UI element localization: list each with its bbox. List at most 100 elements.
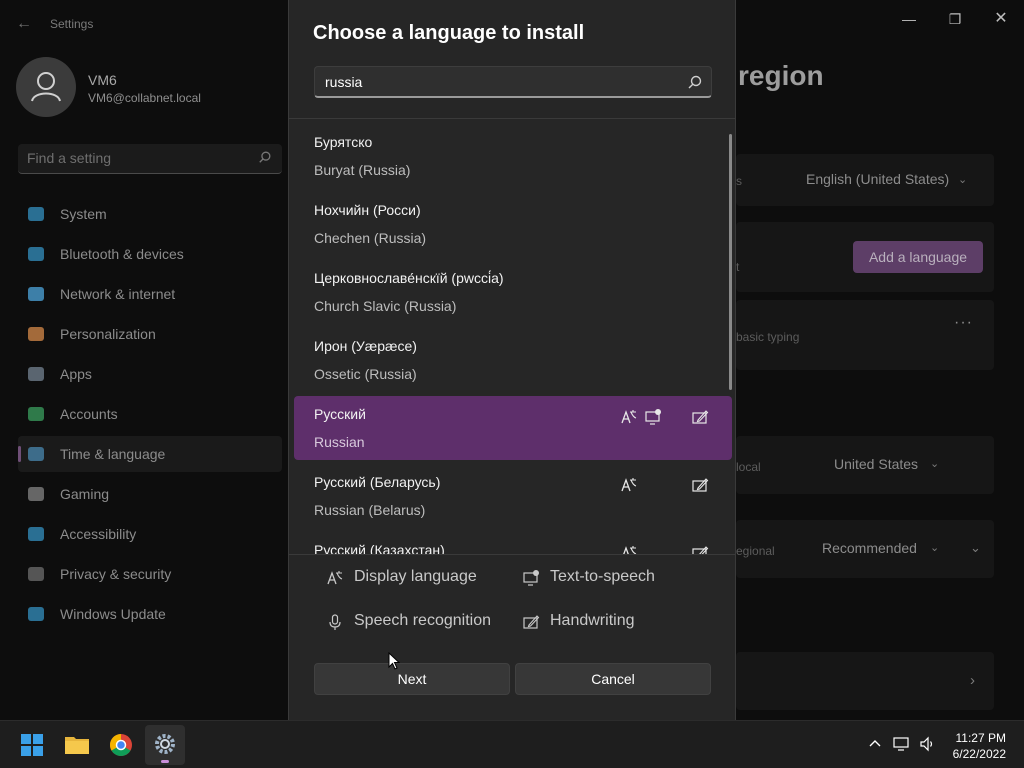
language-option[interactable]: Русский (Беларусь) Russian (Belarus): [294, 464, 732, 528]
app-title: Settings: [50, 17, 94, 31]
language-option[interactable]: Русский (Казахстан): [294, 532, 732, 554]
language-entry-row[interactable]: basic typing ···: [736, 300, 994, 370]
restore-icon[interactable]: ❐: [932, 4, 978, 34]
sidebar-item-accounts[interactable]: Accounts: [18, 396, 282, 432]
chevron-down-icon: ⌄: [930, 458, 940, 470]
person-icon: [31, 72, 61, 102]
display-language-icon: [620, 408, 638, 426]
display-language-icon: [620, 544, 638, 554]
sidebar-item-gaming[interactable]: Gaming: [18, 476, 282, 512]
accessibility-icon: [28, 527, 44, 541]
language-option[interactable]: Бурятско Buryat (Russia): [294, 124, 732, 188]
find-setting-search[interactable]: Find a setting: [18, 144, 282, 174]
person-icon: [28, 407, 44, 421]
sidebar-item-apps[interactable]: Apps: [18, 356, 282, 392]
sidebar-item-network-internet[interactable]: Network & internet: [18, 276, 282, 312]
language-native-name: Русский: [314, 406, 366, 422]
language-option[interactable]: Нохчийн (Росси) Chechen (Russia): [294, 192, 732, 256]
regional-format-row[interactable]: egional Recommended ⌄ ⌄: [736, 520, 994, 578]
country-region-row[interactable]: local United States ⌄: [736, 436, 994, 494]
country-value: United States: [834, 456, 919, 472]
chrome-button[interactable]: [101, 725, 141, 765]
back-arrow-icon[interactable]: ←: [12, 12, 36, 36]
regional-format-value: Recommended: [822, 540, 917, 556]
search-icon: [259, 151, 271, 163]
sidebar-item-bluetooth-devices[interactable]: Bluetooth & devices: [18, 236, 282, 272]
sidebar-item-label: Personalization: [60, 326, 156, 342]
chevron-down-icon: ⌄: [930, 542, 940, 554]
row-label-fragment: local: [736, 460, 761, 474]
language-search-box[interactable]: [314, 66, 712, 98]
wifi-icon: [28, 287, 44, 301]
display-language-icon: [326, 569, 344, 587]
language-option[interactable]: Церковнославе́нскїй (рwссі́а) Church Slav…: [294, 260, 732, 324]
mouse-cursor-icon: [388, 652, 400, 670]
language-native-name: Церковнославе́нскїй (рwссі́а): [314, 270, 504, 286]
cancel-button[interactable]: Cancel: [515, 663, 711, 695]
clock[interactable]: 11:27 PM 6/22/2022: [953, 730, 1006, 762]
start-button[interactable]: [12, 725, 52, 765]
avatar[interactable]: [16, 57, 76, 117]
language-native-name: Ирон (Уæрæсе): [314, 338, 417, 354]
language-search-input[interactable]: [325, 72, 665, 92]
language-option[interactable]: Русский Russian: [294, 396, 732, 460]
language-option[interactable]: Ирон (Уæрæсе) Ossetic (Russia): [294, 328, 732, 392]
handwriting-icon: [522, 613, 540, 631]
network-icon[interactable]: [892, 735, 910, 753]
minimize-icon[interactable]: —: [886, 4, 932, 34]
language-native-name: Русский (Казахстан): [314, 542, 445, 554]
legend-label: Speech recognition: [354, 612, 491, 629]
ellipsis-icon[interactable]: ···: [954, 314, 973, 332]
expand-chevron-icon[interactable]: ⌄: [970, 540, 981, 556]
file-explorer-button[interactable]: [57, 725, 97, 765]
divider: [289, 554, 735, 555]
chevron-right-icon: ›: [970, 672, 975, 689]
add-language-button[interactable]: Add a language: [853, 241, 983, 273]
start-icon: [21, 734, 43, 756]
chevron-up-icon[interactable]: [866, 735, 884, 753]
search-icon[interactable]: [687, 74, 703, 90]
language-english-name: Russian: [314, 434, 365, 450]
microphone-icon: [326, 613, 344, 631]
sidebar-item-accessibility[interactable]: Accessibility: [18, 516, 282, 552]
text-to-speech-icon: [522, 569, 540, 587]
sidebar-item-personalization[interactable]: Personalization: [18, 316, 282, 352]
sidebar-item-system[interactable]: System: [18, 196, 282, 232]
handwriting-icon: [691, 476, 709, 494]
row-label-fragment: s: [736, 174, 742, 188]
language-english-name: Buryat (Russia): [314, 162, 411, 178]
choose-language-dialog: Choose a language to install Бурятско Bur…: [288, 0, 736, 720]
user-name: VM6: [88, 72, 117, 88]
sidebar-item-label: Apps: [60, 366, 92, 382]
clock-globe-icon: [28, 447, 44, 461]
monitor-icon: [28, 207, 44, 221]
handwriting-icon: [691, 544, 709, 554]
typing-row[interactable]: ›: [736, 652, 994, 710]
page-title: region: [738, 60, 824, 91]
sidebar-item-time-language[interactable]: Time & language: [18, 436, 282, 472]
sidebar-item-label: Windows Update: [60, 606, 166, 622]
legend-label: Text-to-speech: [550, 568, 655, 585]
next-button[interactable]: Next: [314, 663, 510, 695]
gamepad-icon: [28, 487, 44, 501]
sidebar-item-label: Time & language: [60, 446, 166, 462]
sidebar-item-windows-update[interactable]: Windows Update: [18, 596, 282, 632]
chrome-icon: [110, 734, 132, 756]
display-language-value: English (United States): [806, 171, 950, 187]
sidebar-item-label: Network & internet: [60, 286, 176, 302]
clock-time: 11:27 PM: [955, 731, 1006, 745]
active-indicator: [161, 760, 169, 763]
language-native-name: Бурятско: [314, 134, 373, 150]
taskbar: 11:27 PM 6/22/2022: [0, 720, 1024, 768]
sidebar-item-privacy-security[interactable]: Privacy & security: [18, 556, 282, 592]
windows-display-language-row[interactable]: s English (United States) ⌄: [736, 154, 994, 206]
clock-date: 6/22/2022: [952, 747, 1006, 761]
volume-icon[interactable]: [918, 735, 936, 753]
settings-taskbar-button[interactable]: [145, 725, 185, 765]
sidebar-item-label: Bluetooth & devices: [60, 246, 184, 262]
language-list[interactable]: Бурятско Buryat (Russia) Нохчийн (Росси) Ch…: [289, 120, 735, 554]
search-placeholder: Find a setting: [27, 150, 112, 166]
brush-icon: [28, 327, 44, 341]
language-english-name: Russian (Belarus): [314, 502, 426, 518]
close-icon[interactable]: ✕: [978, 4, 1024, 34]
